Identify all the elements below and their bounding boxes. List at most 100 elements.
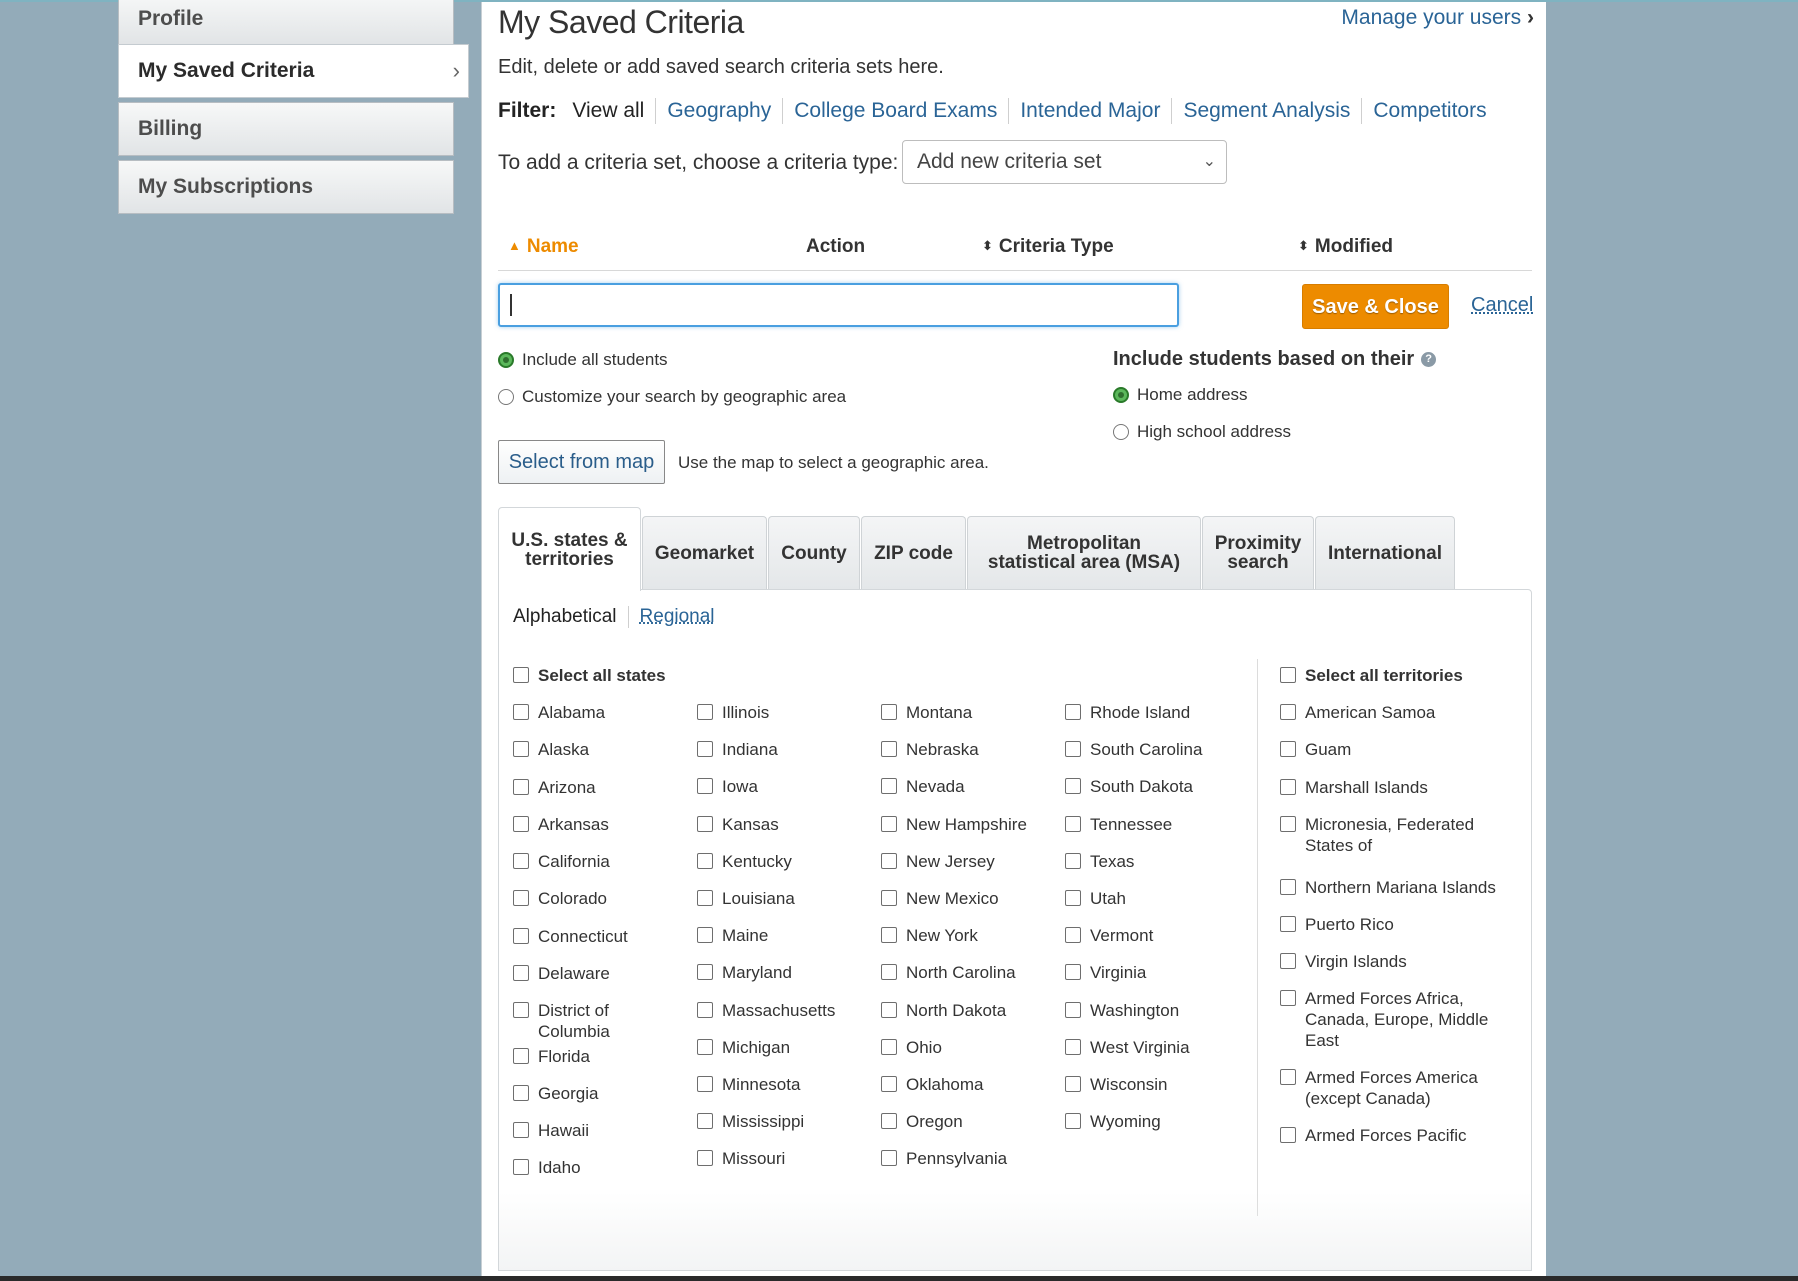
tab-msa[interactable]: Metropolitan statistical area (MSA) — [967, 516, 1201, 589]
state-checkbox[interactable]: Rhode Island — [1065, 702, 1225, 723]
column-header-modified[interactable]: ⬍ Modified — [1298, 236, 1393, 258]
state-checkbox[interactable]: California — [513, 851, 673, 872]
state-checkbox[interactable]: West Virginia — [1065, 1037, 1225, 1058]
state-checkbox[interactable]: New Mexico — [881, 888, 1041, 909]
state-checkbox[interactable]: Oregon — [881, 1111, 1041, 1132]
territory-checkbox[interactable]: Micronesia, Federated States of — [1280, 814, 1510, 856]
save-close-button[interactable]: Save & Close — [1302, 284, 1449, 329]
state-checkbox[interactable]: Minnesota — [697, 1074, 857, 1095]
filter-competitors[interactable]: Competitors — [1361, 98, 1497, 124]
filter-geography[interactable]: Geography — [655, 98, 782, 124]
state-checkbox[interactable]: New Jersey — [881, 851, 1041, 872]
state-checkbox[interactable]: Alaska — [513, 739, 673, 760]
state-checkbox[interactable]: Missouri — [697, 1148, 857, 1169]
filter-segment-analysis[interactable]: Segment Analysis — [1171, 98, 1361, 124]
select-all-territories-checkbox[interactable]: Select all territories — [1280, 665, 1463, 686]
tab-international[interactable]: International — [1315, 516, 1455, 589]
view-alphabetical[interactable]: Alphabetical — [513, 606, 629, 628]
state-checkbox[interactable]: Maryland — [697, 962, 857, 983]
checkbox-label: Oregon — [906, 1112, 963, 1131]
state-checkbox[interactable]: Colorado — [513, 888, 673, 909]
state-checkbox[interactable]: Montana — [881, 702, 1041, 723]
sidebar-item-profile[interactable]: Profile — [118, 0, 454, 46]
state-checkbox[interactable]: Ohio — [881, 1037, 1041, 1058]
state-checkbox[interactable]: New York — [881, 925, 1041, 946]
tab-geomarket[interactable]: Geomarket — [642, 516, 767, 589]
state-checkbox[interactable]: South Dakota — [1065, 776, 1225, 797]
checkbox-icon — [1065, 964, 1081, 980]
sidebar-item-my-subscriptions[interactable]: My Subscriptions — [118, 160, 454, 214]
filter-college-board-exams[interactable]: College Board Exams — [782, 98, 1008, 124]
radio-customize-geo[interactable]: Customize your search by geographic area — [498, 387, 846, 407]
state-checkbox[interactable]: Utah — [1065, 888, 1225, 909]
state-checkbox[interactable]: North Carolina — [881, 962, 1041, 983]
state-checkbox[interactable]: Texas — [1065, 851, 1225, 872]
state-checkbox[interactable]: Wisconsin — [1065, 1074, 1225, 1095]
radio-include-all[interactable]: Include all students — [498, 350, 668, 370]
state-checkbox[interactable]: New Hampshire — [881, 814, 1041, 835]
territory-checkbox[interactable]: Armed Forces Pacific — [1280, 1125, 1510, 1146]
state-checkbox[interactable]: Iowa — [697, 776, 857, 797]
help-icon[interactable]: ? — [1421, 352, 1437, 367]
state-checkbox[interactable]: Delaware — [513, 963, 673, 984]
sidebar-item-my-saved-criteria[interactable]: My Saved Criteria › — [118, 44, 469, 98]
state-checkbox[interactable]: Michigan — [697, 1037, 857, 1058]
filter-intended-major[interactable]: Intended Major — [1008, 98, 1171, 124]
state-checkbox[interactable]: Oklahoma — [881, 1074, 1041, 1095]
column-header-name[interactable]: ▲ Name — [508, 236, 579, 258]
radio-high-school-address[interactable]: High school address — [1113, 422, 1291, 442]
territory-checkbox[interactable]: Marshall Islands — [1280, 777, 1510, 798]
state-checkbox[interactable]: Illinois — [697, 702, 857, 723]
select-all-states-checkbox[interactable]: Select all states — [513, 665, 666, 686]
checkbox-icon — [1280, 1127, 1296, 1143]
territory-checkbox[interactable]: Armed Forces America (except Canada) — [1280, 1067, 1510, 1109]
manage-users-link[interactable]: Manage your users › — [1341, 6, 1534, 30]
state-checkbox[interactable]: Arkansas — [513, 814, 673, 835]
cancel-link[interactable]: Cancel — [1471, 294, 1533, 317]
territory-checkbox[interactable]: Puerto Rico — [1280, 914, 1510, 935]
territory-checkbox[interactable]: Northern Mariana Islands — [1280, 877, 1510, 898]
tab-county[interactable]: County — [768, 516, 860, 589]
state-checkbox[interactable]: Virginia — [1065, 962, 1225, 983]
view-regional[interactable]: Regional — [629, 606, 715, 628]
tab-proximity-search[interactable]: Proximity search — [1202, 516, 1314, 589]
state-checkbox[interactable]: Florida — [513, 1046, 673, 1067]
state-checkbox[interactable]: Washington — [1065, 1000, 1225, 1021]
filter-view-all[interactable]: View all — [572, 98, 655, 124]
criteria-type-select[interactable]: Add new criteria set ⌄ — [902, 140, 1227, 184]
state-checkbox[interactable]: Tennessee — [1065, 814, 1225, 835]
territory-checkbox[interactable]: Armed Forces Africa, Canada, Europe, Mid… — [1280, 988, 1510, 1051]
territory-checkbox[interactable]: Guam — [1280, 739, 1510, 760]
state-checkbox[interactable]: Maine — [697, 925, 857, 946]
radio-home-address[interactable]: Home address — [1113, 385, 1248, 405]
state-checkbox[interactable]: Indiana — [697, 739, 857, 760]
tab-zip-code[interactable]: ZIP code — [861, 516, 966, 589]
state-checkbox[interactable]: Pennsylvania — [881, 1148, 1041, 1169]
state-checkbox[interactable]: Idaho — [513, 1157, 673, 1178]
state-checkbox[interactable]: Vermont — [1065, 925, 1225, 946]
territory-checkbox[interactable]: American Samoa — [1280, 702, 1510, 723]
column-header-label: Name — [526, 236, 579, 257]
state-checkbox[interactable]: North Dakota — [881, 1000, 1041, 1021]
state-checkbox[interactable]: Kentucky — [697, 851, 857, 872]
state-checkbox[interactable]: South Carolina — [1065, 739, 1225, 760]
state-checkbox[interactable]: Connecticut — [513, 926, 673, 947]
state-checkbox[interactable]: Hawaii — [513, 1120, 673, 1141]
state-checkbox[interactable]: Nebraska — [881, 739, 1041, 760]
state-checkbox[interactable]: Nevada — [881, 776, 1041, 797]
tab-us-states[interactable]: U.S. states & territories — [498, 507, 641, 591]
state-checkbox[interactable]: Massachusetts — [697, 1000, 857, 1021]
state-checkbox[interactable]: Kansas — [697, 814, 857, 835]
criteria-name-input[interactable] — [498, 283, 1179, 327]
sidebar-item-billing[interactable]: Billing — [118, 102, 454, 156]
territory-checkbox[interactable]: Virgin Islands — [1280, 951, 1510, 972]
state-checkbox[interactable]: Wyoming — [1065, 1111, 1225, 1132]
state-checkbox[interactable]: Georgia — [513, 1083, 673, 1104]
select-from-map-button[interactable]: Select from map — [498, 440, 665, 484]
column-header-criteria-type[interactable]: ⬍ Criteria Type — [982, 236, 1114, 258]
state-checkbox[interactable]: District of Columbia — [513, 1000, 673, 1042]
state-checkbox[interactable]: Mississippi — [697, 1111, 857, 1132]
state-checkbox[interactable]: Arizona — [513, 777, 673, 798]
state-checkbox[interactable]: Louisiana — [697, 888, 857, 909]
state-checkbox[interactable]: Alabama — [513, 702, 673, 723]
